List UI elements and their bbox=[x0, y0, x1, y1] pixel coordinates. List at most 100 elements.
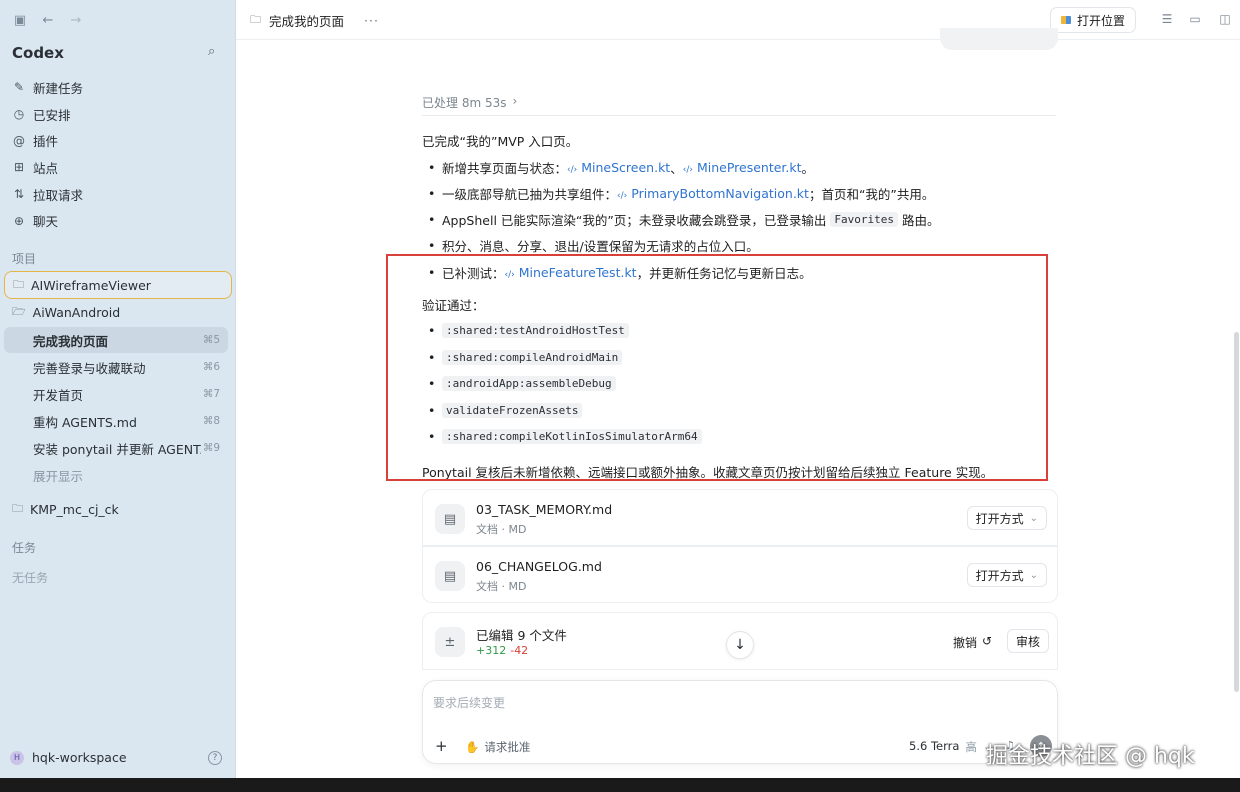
chevron-down-icon: ⌄ bbox=[1029, 569, 1038, 581]
nav-label: 已安排 bbox=[33, 107, 71, 123]
list-view-icon[interactable]: ☰ bbox=[1160, 12, 1174, 26]
project-name: KMP_mc_cj_ck bbox=[30, 501, 119, 517]
nav-plugins[interactable]: @ 插件 bbox=[6, 127, 229, 154]
model-selector[interactable]: 5.6 Terra 高 ⌄ bbox=[909, 739, 993, 755]
file-link[interactable]: ‹/› MinePresenter.kt bbox=[683, 160, 802, 175]
watermark: 掘金技术社区 @ hqk bbox=[986, 744, 1195, 769]
sidebar-toggle-icon[interactable]: ▣ bbox=[10, 12, 30, 28]
composer[interactable]: 要求后续变更 + ✋ 请求批准 5.6 Terra 高 ⌄ ♫ ↑ bbox=[422, 680, 1058, 764]
file-link[interactable]: ‹/› MineScreen.kt bbox=[567, 160, 670, 175]
file-link-label: MinePresenter.kt bbox=[696, 160, 802, 175]
nav-chat[interactable]: ⊕ 聊天 bbox=[6, 207, 229, 234]
thread-shortcut: ⌘7 bbox=[202, 388, 220, 400]
thread-item[interactable]: 完成我的页面 ⌘5 bbox=[4, 327, 228, 353]
inline-code: Favorites bbox=[830, 212, 898, 227]
app-name: Codex bbox=[12, 44, 64, 62]
file-card[interactable]: ▤ 03_TASK_MEMORY.md 文档 · MD 打开方式 ⌄ bbox=[422, 489, 1058, 546]
undo-icon: ↺ bbox=[982, 634, 993, 648]
chat-icon: ⊕ bbox=[13, 213, 25, 228]
more-options-icon[interactable]: ··· bbox=[364, 13, 379, 28]
chevron-down-icon: ⌄ bbox=[1029, 512, 1038, 524]
thread-item[interactable]: 安装 ponytail 并更新 AGENT.n ⌘9 bbox=[4, 435, 228, 461]
search-icon[interactable]: ⌕ bbox=[208, 44, 226, 62]
approval-mode-button[interactable]: ✋ 请求批准 bbox=[465, 739, 530, 755]
project-kmp-mc-cj-ck[interactable]: 🗀 KMP_mc_cj_ck bbox=[4, 495, 232, 523]
back-arrow-icon[interactable]: ← bbox=[38, 12, 58, 28]
project-aiwireframeviewer[interactable]: 🗀 AIWireframeViewer bbox=[4, 271, 232, 299]
open-location-button[interactable]: 打开位置 bbox=[1050, 7, 1137, 33]
undo-button[interactable]: 撤销 ↺ bbox=[953, 634, 992, 651]
terminal-panel-icon[interactable]: ▭ bbox=[1188, 12, 1202, 26]
project-aiwanandroid[interactable]: 🗁 AiWanAndroid bbox=[4, 298, 232, 326]
file-card[interactable]: ▤ 06_CHANGELOG.md 文档 · MD 打开方式 ⌄ bbox=[422, 546, 1058, 603]
folder-icon: 🗀 bbox=[13, 277, 24, 291]
processed-text: 已处理 8m 53s bbox=[422, 96, 507, 110]
scroll-down-icon[interactable]: ↓ bbox=[726, 631, 754, 659]
nav-new-task[interactable]: ✎ 新建任务 bbox=[6, 74, 229, 101]
nav-label: 站点 bbox=[33, 160, 59, 176]
thread-title-bar: 🗀 完成我的页面 ··· bbox=[250, 11, 379, 30]
folder-icon: 🗀 bbox=[250, 13, 261, 26]
diff-stats: +312 -42 bbox=[476, 644, 528, 657]
clock-icon: ◷ bbox=[13, 107, 25, 122]
bullet-end: ；首页和“我的”共用。 bbox=[808, 187, 935, 202]
expand-threads-link[interactable]: 展开显示 bbox=[4, 462, 228, 488]
nav-label: 插件 bbox=[33, 134, 59, 150]
nav-scheduled[interactable]: ◷ 已安排 bbox=[6, 101, 229, 128]
thread-item[interactable]: 重构 AGENTS.md ⌘8 bbox=[4, 408, 228, 434]
nav-pull-requests[interactable]: ⇅ 拉取请求 bbox=[6, 181, 229, 208]
list-item: 一级底部导航已抽为共享组件： ‹/›PrimaryBottomNavigatio… bbox=[428, 184, 934, 203]
page-title: 完成我的页面 bbox=[269, 14, 345, 29]
thread-item[interactable]: 完善登录与收藏联动 ⌘6 bbox=[4, 354, 228, 380]
thread-title: 安装 ponytail 并更新 AGENT.n bbox=[33, 441, 201, 457]
open-with-button[interactable]: 打开方式 ⌄ bbox=[966, 563, 1047, 587]
divider bbox=[422, 115, 1056, 116]
projects-label: 项目 bbox=[12, 252, 37, 266]
bullet-text: 积分、消息、分享、退出/设置保留为无请求的占位入口。 bbox=[442, 239, 759, 254]
thread-title: 开发首页 bbox=[33, 387, 84, 403]
file-meta: 文档 · MD bbox=[476, 523, 527, 536]
thread-title: 重构 AGENTS.md bbox=[33, 414, 137, 430]
file-link-label: PrimaryBottomNavigation.kt bbox=[631, 186, 809, 201]
nav-label: 拉取请求 bbox=[33, 187, 84, 203]
reasoning-level: 高 bbox=[965, 740, 977, 754]
chevron-right-icon: › bbox=[512, 94, 518, 108]
side-panel-icon[interactable]: ◫ bbox=[1218, 12, 1232, 26]
code-icon: ‹/› bbox=[682, 165, 693, 175]
file-link[interactable]: ‹/› PrimaryBottomNavigation.kt bbox=[617, 186, 809, 201]
open-with-button[interactable]: 打开方式 ⌄ bbox=[966, 506, 1047, 530]
bullet-text: AppShell 已能实际渲染“我的”页；未登录收藏会跳登录，已登录输出 bbox=[442, 213, 827, 228]
thread-shortcut: ⌘8 bbox=[202, 415, 220, 427]
thread-shortcut: ⌘9 bbox=[202, 442, 220, 454]
open-location-label: 打开位置 bbox=[1077, 13, 1126, 28]
forward-arrow-icon[interactable]: → bbox=[66, 12, 86, 28]
review-button[interactable]: 审核 bbox=[1007, 629, 1050, 653]
expand-label: 展开显示 bbox=[33, 468, 84, 484]
folder-open-icon: 🗁 bbox=[12, 304, 26, 318]
file-meta: 文档 · MD bbox=[476, 580, 527, 593]
list-item: 新增共享页面与状态： ‹/›MineScreen.kt 、 ‹/›MinePre… bbox=[428, 158, 814, 177]
thread-item[interactable]: 开发首页 ⌘7 bbox=[4, 381, 228, 407]
file-link-label: MineScreen.kt bbox=[581, 160, 671, 175]
bullet-text: 新增共享页面与状态： bbox=[442, 161, 568, 176]
review-label: 审核 bbox=[1016, 634, 1041, 649]
lines-added: +312 bbox=[476, 644, 507, 657]
processed-duration[interactable]: 已处理 8m 53s › bbox=[422, 94, 517, 111]
add-attachment-icon[interactable]: + bbox=[435, 737, 448, 755]
workspace-switcher[interactable]: H hqk-workspace bbox=[10, 750, 127, 765]
model-name: 5.6 Terra bbox=[909, 739, 960, 753]
project-name: AiWanAndroid bbox=[32, 304, 121, 320]
composer-placeholder[interactable]: 要求后续变更 bbox=[433, 694, 505, 711]
separator: 、 bbox=[670, 161, 683, 176]
bullet-end: 路由。 bbox=[901, 213, 940, 228]
nav-label: 新建任务 bbox=[33, 80, 84, 96]
nav-sites[interactable]: ⊞ 站点 bbox=[6, 154, 229, 181]
thread-shortcut: ⌘6 bbox=[202, 361, 220, 373]
scrollbar[interactable] bbox=[1234, 332, 1239, 692]
workspace-name: hqk-workspace bbox=[32, 750, 127, 765]
thread-title: 完成我的页面 bbox=[33, 333, 109, 349]
document-icon: ▤ bbox=[435, 504, 465, 534]
tasks-label: 任务 bbox=[12, 541, 37, 555]
help-icon[interactable]: ? bbox=[208, 751, 222, 765]
edit-icon: ✎ bbox=[13, 80, 25, 95]
